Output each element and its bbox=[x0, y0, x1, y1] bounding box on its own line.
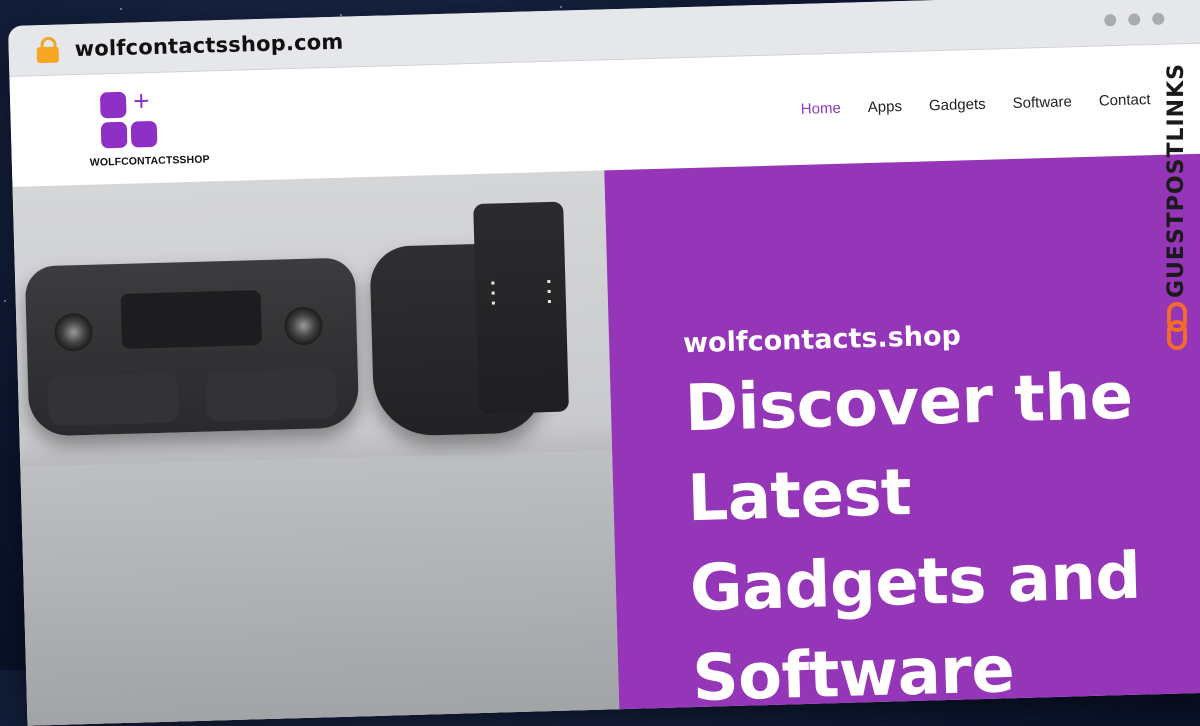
window-dots-icon[interactable] bbox=[1104, 12, 1165, 27]
hero-site-name: wolfcontacts.shop bbox=[682, 320, 962, 360]
address-bar-url[interactable]: wolfcontactsshop.com bbox=[74, 30, 343, 61]
logo-text: WOLFCONTACTSSHOP bbox=[89, 153, 210, 169]
guestpostlinks-badge: GUESTPOSTLINKS bbox=[1162, 58, 1192, 358]
hero-section: wolfcontacts.shop Discover the Latest Ga… bbox=[12, 153, 1200, 726]
nav-gadgets[interactable]: Gadgets bbox=[929, 96, 986, 115]
nav-contact[interactable]: Contact bbox=[1099, 91, 1151, 109]
hero-panel: wolfcontacts.shop Discover the Latest Ga… bbox=[604, 153, 1200, 726]
site-logo[interactable]: + WOLFCONTACTSSHOP bbox=[88, 85, 210, 169]
chain-link-icon bbox=[1167, 302, 1187, 350]
logo-icon: + bbox=[99, 85, 162, 151]
browser-window: wolfcontactsshop.com + WOLFCONTACTSSHOP … bbox=[8, 0, 1200, 726]
lock-icon bbox=[36, 36, 60, 64]
nav-apps[interactable]: Apps bbox=[868, 98, 903, 116]
drone-controller-image bbox=[24, 257, 360, 437]
console-dock-image bbox=[473, 201, 569, 414]
nav-software[interactable]: Software bbox=[1012, 93, 1072, 112]
hero-title: Discover the Latest Gadgets and Software bbox=[683, 359, 1142, 717]
nav-home[interactable]: Home bbox=[801, 100, 841, 118]
badge-text: GUESTPOSTLINKS bbox=[1164, 63, 1189, 298]
main-nav: Home Apps Gadgets Software Contact bbox=[801, 91, 1151, 118]
hero-photo bbox=[12, 170, 620, 726]
